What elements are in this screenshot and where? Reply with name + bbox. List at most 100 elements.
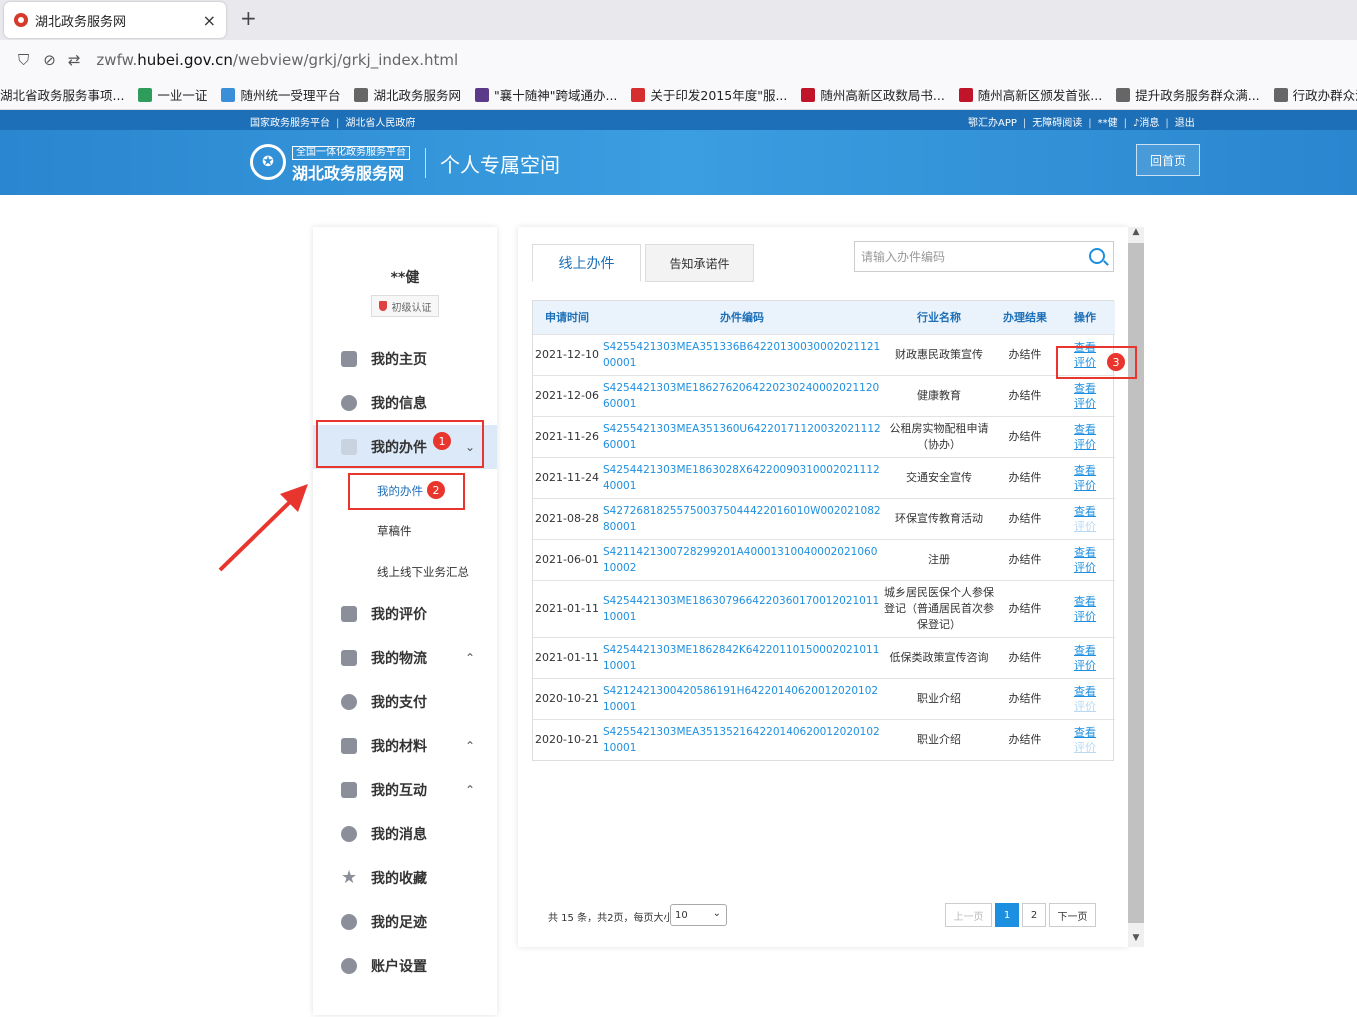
chevron-up-icon[interactable]: ⌃ [465,651,475,665]
scrollbar-thumb[interactable] [1128,243,1144,923]
new-tab-button[interactable]: + [240,6,257,30]
sidebar-item-settings[interactable]: 账户设置 [313,944,497,988]
bookmark-label: 湖北省政务服务事项... [0,88,125,103]
sidebar-item-label: 我的评价 [371,607,427,623]
prev-page-button[interactable]: 上一页 [945,903,992,927]
scrollbar[interactable]: ▲ ▼ [1128,227,1144,947]
link-messages[interactable]: 消息 [1139,118,1159,129]
scroll-down-icon[interactable]: ▼ [1128,933,1144,947]
url-text[interactable]: zwfw.hubei.gov.cn/webview/grkj/grkj_inde… [96,51,458,69]
col-header-ops: 操作 [1055,301,1115,334]
cell-code-link[interactable]: S4254421303ME186276206422023024000202112… [601,374,883,416]
sidebar-item-label: 我的主页 [371,352,427,368]
submenu-business-summary[interactable]: 线上线下业务汇总 [377,564,469,580]
page-size-select[interactable]: 10 ⌄ [670,904,727,926]
link-national-platform[interactable]: 国家政务服务平台 [250,118,330,129]
view-link[interactable]: 查看 [1055,545,1115,560]
site-logo-icon[interactable]: ✪ [250,144,286,180]
submenu-drafts[interactable]: 草稿件 [377,523,412,539]
view-link[interactable]: 查看 [1055,725,1115,740]
sidebar-item-interaction[interactable]: 我的互动 ⌃ [313,768,497,812]
sidebar-item-logistics[interactable]: 我的物流 ⌃ [313,636,497,680]
link-logout[interactable]: 退出 [1175,118,1195,129]
rate-link[interactable]: 评价 [1055,478,1115,493]
bookmark-label: "襄十随神"跨域通办... [493,88,618,103]
view-link[interactable]: 查看 [1055,684,1115,699]
chevron-up-icon[interactable]: ⌃ [465,783,475,797]
view-link[interactable]: 查看 [1055,643,1115,658]
rate-link[interactable]: 评价 [1055,699,1115,714]
sidebar-item-payment[interactable]: 我的支付 [313,680,497,724]
link-province-gov[interactable]: 湖北省人民政府 [345,118,415,129]
bookmark-item[interactable]: 随州高新区颁发首张... [958,85,1102,104]
logo-title[interactable]: 湖北政务服务网 [292,160,404,184]
cell-code-link[interactable]: S421142130072829920​1A400013100400020210… [601,538,883,580]
page-2-button[interactable]: 2 [1022,903,1046,927]
yuan-icon [341,694,357,710]
bookmark-item[interactable]: 湖北政务服务网 [354,85,461,104]
cell-date: 2021-12-06 [533,374,601,416]
link-user[interactable]: **健 [1098,118,1118,129]
view-link[interactable]: 查看 [1055,594,1115,609]
scroll-up-icon[interactable]: ▲ [1128,227,1144,241]
rate-link[interactable]: 评价 [1055,560,1115,575]
cell-code-link[interactable]: S42726818255750037504442201601​0W0020210… [601,497,883,539]
tab-online-cases[interactable]: 线上办件 [532,244,641,282]
bookmark-item[interactable]: 关于印发2015年度"服... [631,85,787,104]
tab-notification-cases[interactable]: 告知承诺件 [645,244,754,282]
cell-industry: 健康教育 [883,374,995,416]
home-button[interactable]: 回首页 [1136,144,1200,176]
bookmark-item[interactable]: "襄十随神"跨域通办... [474,85,618,104]
chevron-up-icon[interactable]: ⌃ [465,739,475,753]
sidebar-item-label: 我的收藏 [371,871,427,887]
cell-code-link[interactable]: S4255421303MEA351336B6422013003000202112… [601,333,883,375]
close-tab-icon[interactable]: × [203,11,216,30]
rate-link[interactable]: 评价 [1055,658,1115,673]
view-link[interactable]: 查看 [1055,504,1115,519]
rate-link[interactable]: 评价 [1055,519,1115,534]
cell-code-link[interactable]: S4255421303MEA35135216422014062001202010… [601,718,883,760]
connection-icon[interactable]: ⇄ [68,51,81,69]
cell-code-link[interactable]: S4212421300420586191H6422014062001202010… [601,677,883,719]
address-bar[interactable]: ⛉ ⊘ ⇄ zwfw.hubei.gov.cn/webview/grkj/grk… [0,40,1357,80]
sidebar-item-home[interactable]: 我的主页 [313,337,497,381]
rate-link[interactable]: 评价 [1055,396,1115,411]
search-icon[interactable] [1089,248,1105,264]
link-app[interactable]: 鄂汇办APP [968,118,1017,129]
cell-code-link[interactable]: S4255421303MEA351360U6422017112003202111… [601,415,883,457]
view-link[interactable]: 查看 [1055,381,1115,396]
rate-link[interactable]: 评价 [1055,740,1115,755]
permissions-icon[interactable]: ⊘ [43,51,56,69]
bookmark-item[interactable]: 随州高新区政数局书... [801,85,945,104]
cell-industry: 注册 [883,538,995,580]
link-accessibility[interactable]: 无障碍阅读 [1032,118,1082,129]
shield-icon[interactable]: ⛉ [18,51,29,69]
rate-link[interactable]: 评价 [1055,437,1115,452]
search-input[interactable] [855,249,1080,264]
page-1-button[interactable]: 1 [995,903,1019,927]
top-links-right: 鄂汇办APP | 无障碍阅读 | **健 | ♪消息 | 退出 [968,118,1195,129]
bookmark-item[interactable]: 行政办群众满 [1273,85,1357,104]
bookmark-item[interactable]: 提升政务服务群众满... [1116,85,1260,104]
sidebar-item-materials[interactable]: 我的材料 ⌃ [313,724,497,768]
col-header-industry: 行业名称 [883,301,995,334]
next-page-button[interactable]: 下一页 [1049,903,1096,927]
bookmark-item[interactable]: 一业一证 [138,85,207,104]
sidebar-item-favorites[interactable]: ★ 我的收藏 [313,856,497,900]
cell-result: 办结件 [995,677,1055,719]
sidebar-item-info[interactable]: 我的信息 [313,381,497,425]
bookmark-label: 行政办群众满 [1292,88,1357,103]
sidebar-item-footprints[interactable]: 我的足迹 [313,900,497,944]
bookmark-item[interactable]: 湖北省政务服务事项... [0,85,124,104]
bookmark-item[interactable]: 随州统一受理平台 [221,85,340,104]
cell-industry: 交通安全宣传 [883,456,995,498]
sidebar-item-messages[interactable]: 我的消息 [313,812,497,856]
view-link[interactable]: 查看 [1055,463,1115,478]
cell-code-link[interactable]: S4254421303ME1862842K6422011015000202101… [601,636,883,678]
cell-code-link[interactable]: S4254421303ME186307966422036017001202101… [601,579,883,637]
cell-code-link[interactable]: S4254421303ME1863028X6422009031000202111… [601,456,883,498]
sidebar-item-reviews[interactable]: 我的评价 [313,592,497,636]
rate-link[interactable]: 评价 [1055,609,1115,624]
browser-tab[interactable]: 湖北政务服务网 × [4,2,226,38]
view-link[interactable]: 查看 [1055,422,1115,437]
